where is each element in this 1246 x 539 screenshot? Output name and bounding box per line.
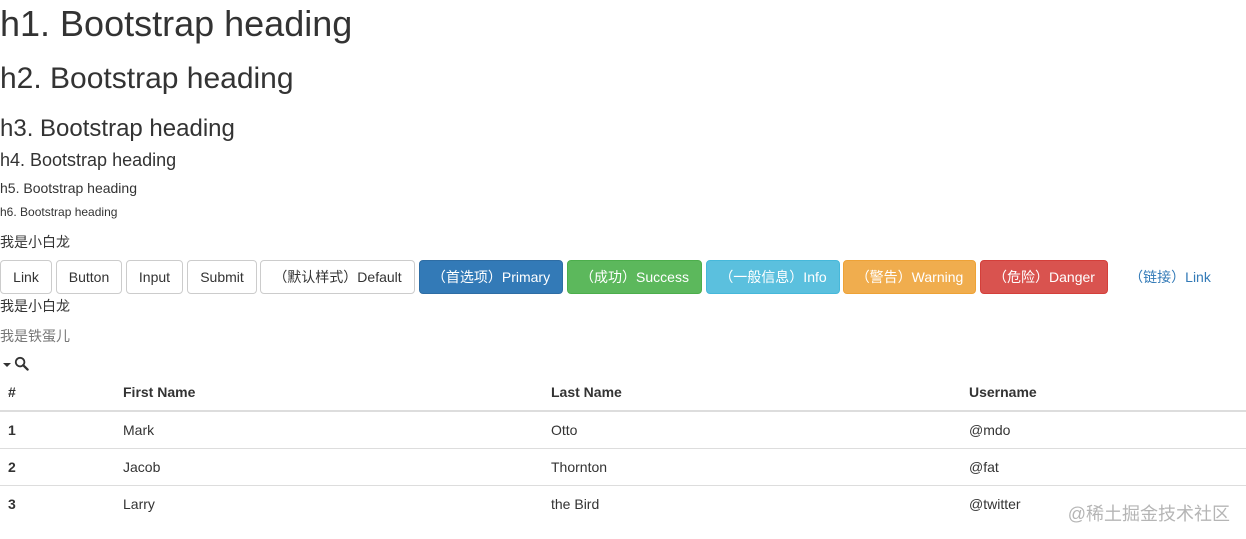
muted-paragraph: 我是铁蛋儿 — [0, 328, 70, 344]
intro-paragraph: 我是小白龙 — [0, 234, 70, 250]
link-button[interactable]: Link — [0, 260, 52, 294]
info-button[interactable]: （一般信息）Info — [706, 260, 840, 294]
row-index: 2 — [0, 447, 115, 485]
column-header-username: Username — [961, 374, 1246, 412]
first-name-cell: Jacob — [115, 447, 543, 485]
column-header-index: # — [0, 374, 115, 412]
row-index: 3 — [0, 484, 115, 522]
submit-button[interactable]: Submit — [187, 260, 257, 294]
heading-h5: h5. Bootstrap heading — [0, 180, 137, 196]
last-name-cell: Thornton — [543, 447, 961, 485]
default-button[interactable]: （默认样式）Default — [260, 260, 415, 294]
column-header-first-name: First Name — [115, 374, 543, 412]
heading-h3: h3. Bootstrap heading — [0, 115, 235, 142]
heading-h2: h2. Bootstrap heading — [0, 62, 294, 95]
second-paragraph: 我是小白龙 — [0, 298, 70, 314]
table-header-row: # First Name Last Name Username — [0, 374, 1246, 412]
heading-h6: h6. Bootstrap heading — [0, 205, 118, 219]
watermark-text: @稀土掘金技术社区 — [1067, 504, 1230, 524]
danger-button[interactable]: （危险）Danger — [980, 260, 1108, 294]
primary-button[interactable]: （首选项）Primary — [419, 260, 563, 294]
table-row: 1 Mark Otto @mdo — [0, 410, 1246, 448]
warning-button[interactable]: （警告）Warning — [843, 260, 976, 294]
last-name-cell: Otto — [543, 410, 961, 448]
success-button[interactable]: （成功）Success — [567, 260, 702, 294]
caret-down-icon — [3, 363, 11, 367]
search-icon — [14, 356, 29, 371]
username-cell: @fat — [961, 447, 1246, 485]
column-header-last-name: Last Name — [543, 374, 961, 412]
heading-h1: h1. Bootstrap heading — [0, 3, 353, 44]
last-name-cell: the Bird — [543, 484, 961, 522]
table-row: 2 Jacob Thornton @fat — [0, 447, 1246, 485]
link-style-button[interactable]: （链接）Link — [1118, 260, 1222, 294]
button-button[interactable]: Button — [56, 260, 122, 294]
row-index: 1 — [0, 410, 115, 448]
users-table: # First Name Last Name Username 1 Mark O… — [0, 374, 1246, 522]
table-row: 3 Larry the Bird @twitter — [0, 484, 1246, 522]
heading-h4: h4. Bootstrap heading — [0, 150, 177, 170]
first-name-cell: Mark — [115, 410, 543, 448]
username-cell: @mdo — [961, 410, 1246, 448]
input-button[interactable]: Input — [126, 260, 183, 294]
first-name-cell: Larry — [115, 484, 543, 522]
